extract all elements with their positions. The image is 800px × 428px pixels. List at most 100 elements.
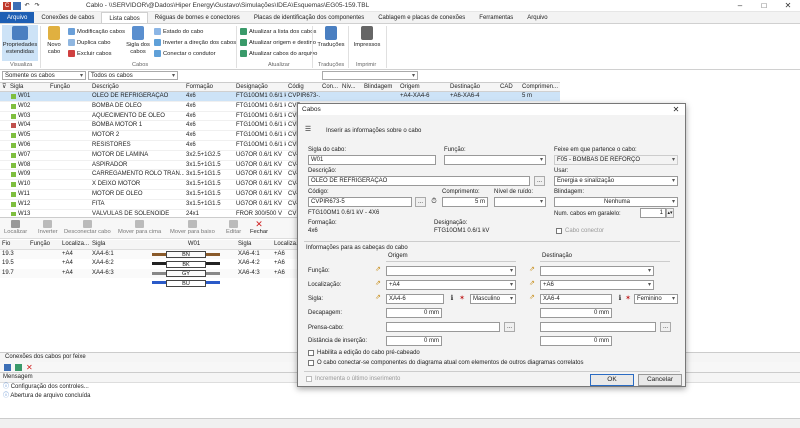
origin-gland-field[interactable]: [386, 322, 500, 332]
connect-conductor-button[interactable]: Conectar o condutor: [154, 50, 216, 57]
origin-gender-select[interactable]: Masculino: [470, 294, 516, 304]
tab-file-2[interactable]: Arquivo: [520, 12, 554, 23]
update-origin-button[interactable]: Atualizar origem e destino: [240, 39, 316, 46]
locate-button[interactable]: Localizar: [4, 220, 27, 235]
col-formacao[interactable]: Formação: [184, 83, 234, 91]
dest-location-select[interactable]: +A6: [540, 280, 654, 290]
parallel-cables-field[interactable]: 1: [640, 208, 666, 218]
invert-direction-button[interactable]: Inverter a direção dos cabos: [154, 39, 236, 46]
tab-identification-plates[interactable]: Placas de identificação dos componentes: [247, 12, 371, 23]
save-icon[interactable]: [13, 2, 21, 10]
dialog-close-button[interactable]: ✕: [669, 104, 683, 115]
col-destinacao[interactable]: Destinação: [448, 83, 498, 91]
origin-info-icon[interactable]: ℹ: [448, 295, 456, 303]
col-codigo[interactable]: Códig: [286, 83, 320, 91]
ok-button[interactable]: OK: [590, 374, 634, 386]
search-input[interactable]: [322, 71, 418, 80]
cross-diagram-checkbox[interactable]: O cabo conectar-se componentes do diagra…: [308, 360, 583, 366]
cable-state-button[interactable]: Estado do cabo: [154, 28, 203, 35]
dest-gland-browse-button[interactable]: ...: [660, 322, 671, 332]
description-field[interactable]: ÓLEO DE REFRIGERAÇÃO: [308, 176, 530, 186]
cable-sigla-field[interactable]: W01: [308, 155, 436, 165]
duplicate-cable-button[interactable]: Duplica cabo: [68, 39, 111, 46]
tab-cable-connections[interactable]: Conexões de cabos: [34, 12, 101, 23]
shielding-select[interactable]: Nenhuma: [554, 197, 678, 207]
move-up-button[interactable]: Mover para cima: [118, 220, 161, 235]
col-cad[interactable]: CAD: [498, 83, 520, 91]
origin-gland-browse-button[interactable]: ...: [504, 322, 515, 332]
update-cable-list-button[interactable]: Atualizar a lista dos cabos: [240, 28, 316, 35]
filter-left-select[interactable]: Somente os cabos: [2, 71, 86, 80]
modify-cables-button[interactable]: Modificação cabos: [68, 28, 125, 35]
tab-wiring[interactable]: Cablagem e placas de conexões: [371, 12, 472, 23]
col-sigla[interactable]: Sigla: [8, 83, 48, 91]
wire-row[interactable]: 19.3 +A4 XA4-6:1 BN XA6-4:1 +A6: [0, 249, 300, 259]
maximize-button[interactable]: □: [752, 0, 776, 12]
usage-select[interactable]: Energia e sinalização: [554, 176, 678, 186]
tab-tools[interactable]: Ferramentas: [472, 12, 520, 23]
origin-insertion-field[interactable]: 0 mm: [386, 336, 442, 346]
col-con[interactable]: Con...: [320, 83, 340, 91]
cable-sigla-button[interactable]: Sigla dos cabos: [124, 25, 152, 55]
function-select[interactable]: [444, 155, 546, 165]
dest-sigla-field[interactable]: XA6-4: [540, 294, 612, 304]
dest-insertion-field[interactable]: 0 mm: [540, 336, 612, 346]
origin-stripping-field[interactable]: 0 mm: [386, 308, 442, 318]
dest-gender-select[interactable]: Feminino: [634, 294, 678, 304]
code-field[interactable]: CVPIR673-5: [308, 197, 412, 207]
wire-row[interactable]: BU: [0, 278, 300, 288]
dest-location-link-icon[interactable]: ⇗: [528, 280, 536, 288]
tab-terminal-strips[interactable]: Réguas de bornes e conectores: [148, 12, 247, 23]
col-origem[interactable]: Origem: [398, 83, 448, 91]
length-field[interactable]: 5 m: [442, 197, 488, 207]
dest-stripping-field[interactable]: 0 mm: [540, 308, 612, 318]
prewired-edit-checkbox[interactable]: Habilita a edição do cabo pré-cabeado: [308, 350, 420, 356]
origin-location-link-icon[interactable]: ⇗: [374, 280, 382, 288]
translations-button[interactable]: Traduções: [316, 25, 346, 49]
filter-log-icon[interactable]: [15, 363, 22, 371]
col-funcao[interactable]: Função: [48, 83, 90, 91]
dest-gland-field[interactable]: [540, 322, 656, 332]
undo-icon[interactable]: ↶: [23, 2, 31, 10]
cancel-button[interactable]: Cancelar: [638, 374, 682, 386]
filter-right-select[interactable]: Todos os cabos: [88, 71, 178, 80]
origin-location-select[interactable]: +A4: [386, 280, 516, 290]
clear-log-icon[interactable]: ✕: [26, 363, 33, 372]
wire-row[interactable]: 19.7 +A4 XA4-6:3 GY XA6-4:3 +A6: [0, 268, 300, 278]
update-file-cables-button[interactable]: Atualizar cabos do arquivo: [240, 50, 317, 57]
col-descricao[interactable]: Descrição: [90, 83, 184, 91]
tab-bundle-connections[interactable]: Conexões dos cabos por feixe: [5, 354, 86, 360]
close-panel-button[interactable]: ✕ Fechar: [250, 220, 268, 236]
move-down-button[interactable]: Mover para baixo: [170, 220, 215, 235]
disconnect-cable-button[interactable]: Desconectar cabo: [64, 220, 111, 235]
origin-function-link-icon[interactable]: ⇗: [374, 266, 382, 274]
dest-function-select[interactable]: [540, 266, 654, 276]
tab-file[interactable]: Arquivo: [0, 12, 35, 23]
invert-button[interactable]: Inverter: [38, 220, 58, 235]
increment-checkbox[interactable]: Incrementa o último inserimento: [306, 376, 400, 382]
extended-properties-button[interactable]: Propriedades estendidas: [2, 25, 38, 61]
save-log-icon[interactable]: [4, 363, 11, 371]
origin-sigla-field[interactable]: XA4-6: [386, 294, 444, 304]
close-button[interactable]: ✕: [776, 0, 800, 12]
bundle-select[interactable]: F05 - BOMBAS DE REFORÇO: [554, 155, 678, 165]
code-browse-button[interactable]: ...: [415, 197, 426, 207]
noise-level-select[interactable]: [494, 197, 546, 207]
col-niv[interactable]: Nív...: [340, 83, 362, 91]
tab-cable-list[interactable]: Lista cabos: [101, 12, 148, 23]
wire-row[interactable]: 19.5 +A4 XA4-6:2 BK XA6-4:2 +A6: [0, 259, 300, 269]
print-button[interactable]: Impressos: [352, 25, 382, 49]
cable-row[interactable]: W01 ÓLEO DE REFRIGERAÇÃO 4x6 FTG10OM1 0.6/1…: [0, 92, 560, 102]
connector-cable-checkbox[interactable]: Cabo conector: [556, 228, 604, 234]
dest-function-link-icon[interactable]: ⇗: [528, 266, 536, 274]
dest-info-icon[interactable]: ℹ: [616, 295, 624, 303]
origin-sigla-link-icon[interactable]: ⇗: [374, 294, 382, 302]
parallel-spinner[interactable]: ▴▾: [666, 208, 674, 218]
redo-icon[interactable]: ↷: [33, 2, 41, 10]
delete-cables-button[interactable]: Excluir cabos: [68, 50, 111, 57]
col-comprimento[interactable]: Comprimen...: [520, 83, 560, 91]
new-cable-button[interactable]: Novo cabo: [42, 25, 66, 55]
dest-sigla-link-icon[interactable]: ⇗: [528, 294, 536, 302]
minimize-button[interactable]: –: [728, 0, 752, 12]
origin-function-select[interactable]: [386, 266, 516, 276]
